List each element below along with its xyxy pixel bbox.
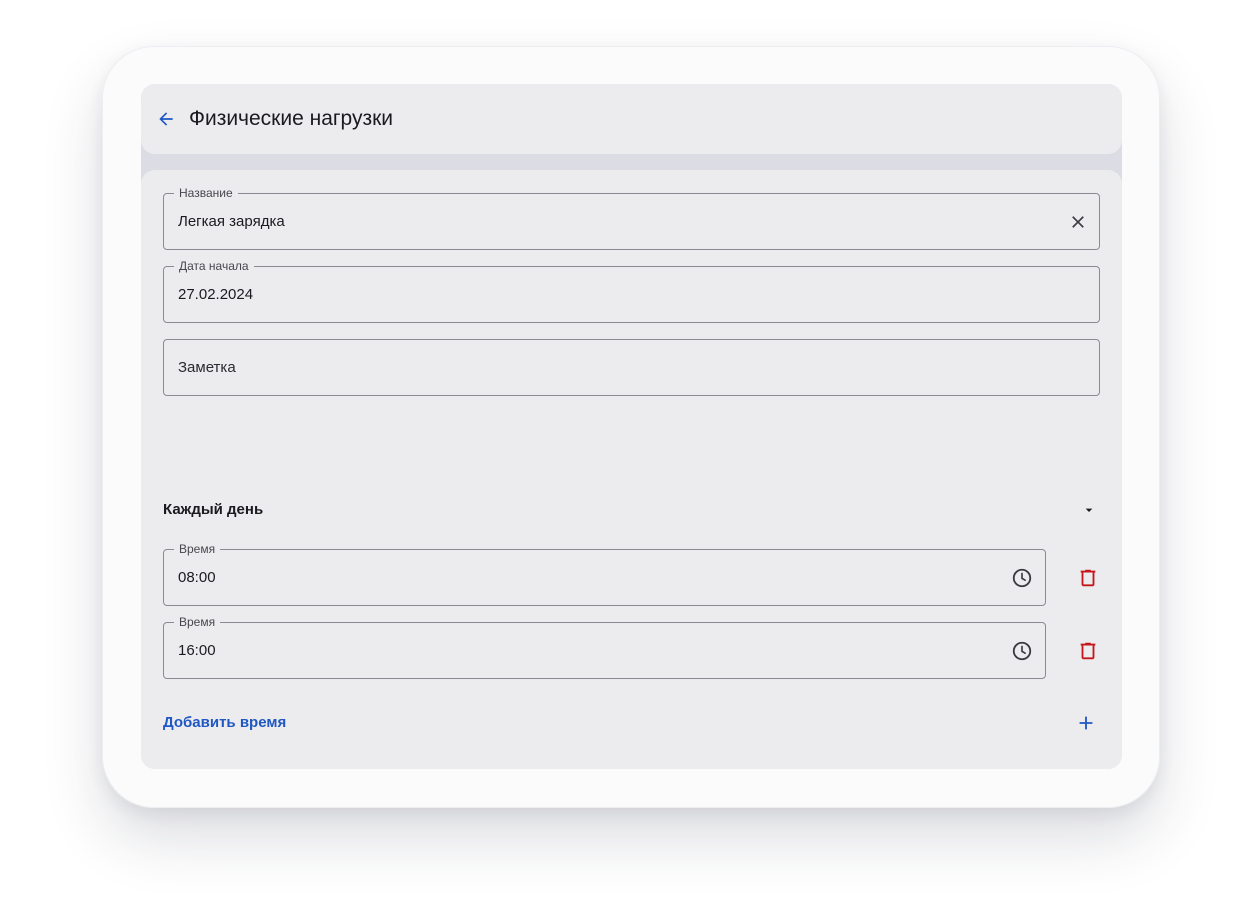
time-field-2-label: Время (174, 615, 221, 629)
delete-time-button-1[interactable] (1073, 563, 1103, 593)
start-date-field[interactable]: Дата начала 27.02.2024 (163, 259, 1100, 323)
delete-time-button-2[interactable] (1073, 636, 1103, 666)
form-content: Название Легкая зарядка Дата начала 27.0… (141, 170, 1122, 769)
time-picker-button-2[interactable] (1010, 639, 1034, 663)
trash-icon (1080, 642, 1096, 660)
time-picker-button-1[interactable] (1010, 566, 1034, 590)
start-date-label: Дата начала (174, 259, 254, 273)
page-title: Физические нагрузки (189, 107, 394, 130)
note-field[interactable]: Заметка (163, 339, 1100, 396)
dropdown-arrow-icon (1085, 508, 1093, 512)
add-time-label: Добавить время (163, 714, 287, 731)
time-field-2-value: 16:00 (178, 642, 216, 659)
start-date-value: 27.02.2024 (178, 286, 254, 303)
time-field-1[interactable]: Время 08:00 (163, 542, 1046, 606)
repeat-value: Каждый день (163, 501, 264, 518)
name-field-value: Легкая зарядка (178, 213, 285, 230)
note-placeholder: Заметка (178, 359, 236, 376)
repeat-dropdown[interactable]: Каждый день (163, 495, 1101, 525)
arrow-back-icon (159, 112, 173, 126)
plus-icon (1079, 716, 1093, 730)
back-button[interactable] (151, 104, 181, 134)
top-app-bar: Физические нагрузки (141, 84, 1122, 154)
time-field-2[interactable]: Время 16:00 (163, 615, 1046, 679)
name-field[interactable]: Название Легкая зарядка (163, 186, 1100, 250)
time-field-1-value: 08:00 (178, 569, 216, 586)
clock-icon (1012, 641, 1032, 661)
clock-icon (1012, 568, 1032, 588)
add-time-button[interactable]: Добавить время (163, 708, 1101, 738)
trash-icon (1080, 569, 1096, 587)
name-field-label: Название (174, 186, 238, 200)
app-screen: Физические нагрузки Название Легкая заря… (141, 84, 1122, 769)
time-field-1-label: Время (174, 542, 221, 556)
clear-button[interactable] (1066, 210, 1090, 234)
close-icon (1072, 216, 1084, 228)
